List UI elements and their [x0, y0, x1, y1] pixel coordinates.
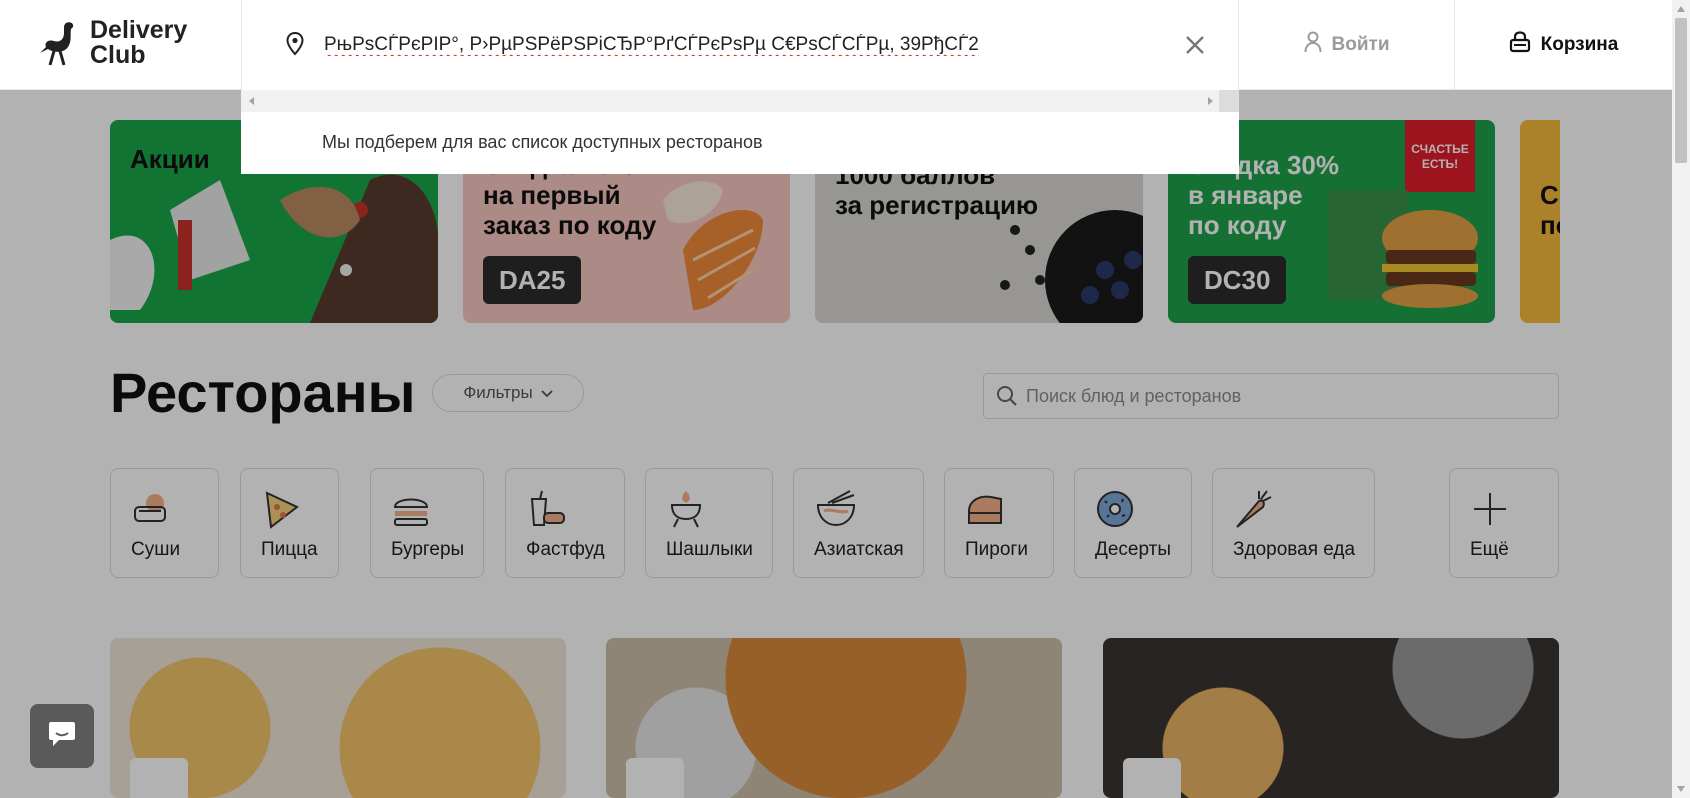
location-pin-icon: [286, 31, 304, 61]
chat-button[interactable]: [30, 704, 94, 768]
address-input[interactable]: [324, 30, 1164, 60]
cart-label: Корзина: [1540, 34, 1619, 55]
scroll-left-icon[interactable]: [249, 97, 254, 105]
scroll-right-icon[interactable]: [1208, 97, 1213, 105]
logo[interactable]: Delivery Club: [36, 18, 187, 68]
scroll-up-icon[interactable]: [1677, 6, 1685, 12]
address-suggestions-dropdown: Мы подберем для вас список доступных рес…: [241, 90, 1239, 174]
chat-icon: [47, 720, 77, 753]
scroll-down-icon[interactable]: [1677, 786, 1685, 792]
login-label: Войти: [1331, 34, 1390, 55]
horizontal-scrollbar[interactable]: [241, 90, 1239, 112]
suggestions-message: Мы подберем для вас список доступных рес…: [322, 132, 763, 152]
cart-button[interactable]: Корзина: [1455, 0, 1672, 90]
ostrich-logo-icon: [36, 19, 82, 67]
scrollbar-thumb[interactable]: [1675, 18, 1687, 163]
login-button[interactable]: Войти: [1239, 0, 1455, 90]
address-bar: [241, 0, 1239, 90]
vertical-scrollbar[interactable]: [1672, 0, 1690, 798]
modal-overlay[interactable]: [0, 90, 1672, 798]
basket-icon: [1509, 31, 1531, 59]
clear-address-icon[interactable]: [1180, 30, 1210, 60]
scrollbar-corner: [1219, 90, 1239, 112]
logo-text: Delivery Club: [90, 16, 188, 69]
user-icon: [1304, 31, 1322, 59]
header: Delivery Club Войти: [0, 0, 1672, 90]
